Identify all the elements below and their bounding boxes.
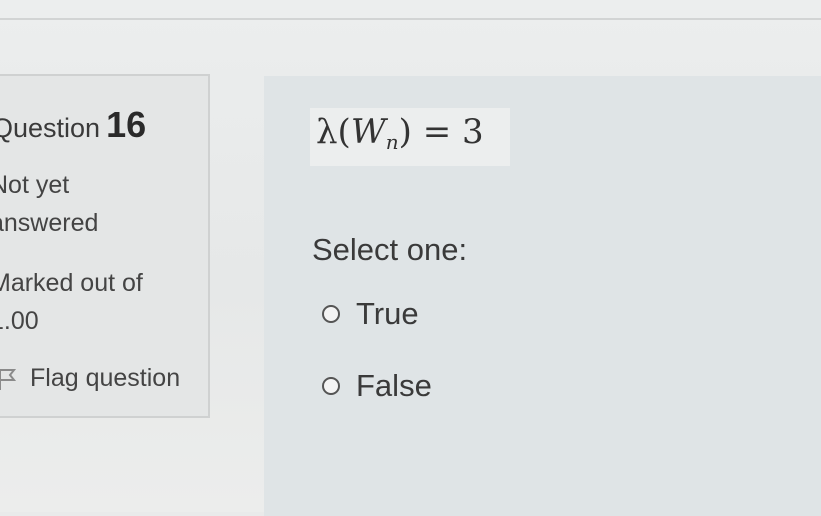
question-number: 16 [106,104,147,145]
flag-icon [0,368,17,390]
formula-left: λ( [316,112,351,152]
question-formula: λ(Wn) = 3 [316,112,484,154]
flag-question-link[interactable]: Flag question [0,364,180,393]
option-true[interactable]: True [322,296,419,332]
grade-line-2: 1.00 [0,307,39,335]
question-heading: Question 16 [0,104,146,146]
select-one-prompt: Select one: [312,232,468,267]
radio-false[interactable] [322,377,340,395]
flag-question-label: Flag question [30,364,181,392]
question-label: Question [0,113,101,143]
radio-true[interactable] [322,305,340,323]
question-grade: Marked out of 1.00 [0,264,190,340]
formula-sub: n [385,130,399,154]
grade-line-1: Marked out of [0,269,143,297]
top-divider [0,18,821,20]
option-true-label: True [356,296,419,331]
state-line-2: answered [0,209,99,237]
option-false-label: False [356,368,432,403]
question-state: Not yet answered [0,166,190,242]
state-line-1: Not yet [0,171,70,199]
option-false[interactable]: False [322,368,432,404]
formula-right: ) = 3 [398,112,484,152]
formula-var: W [350,112,386,152]
